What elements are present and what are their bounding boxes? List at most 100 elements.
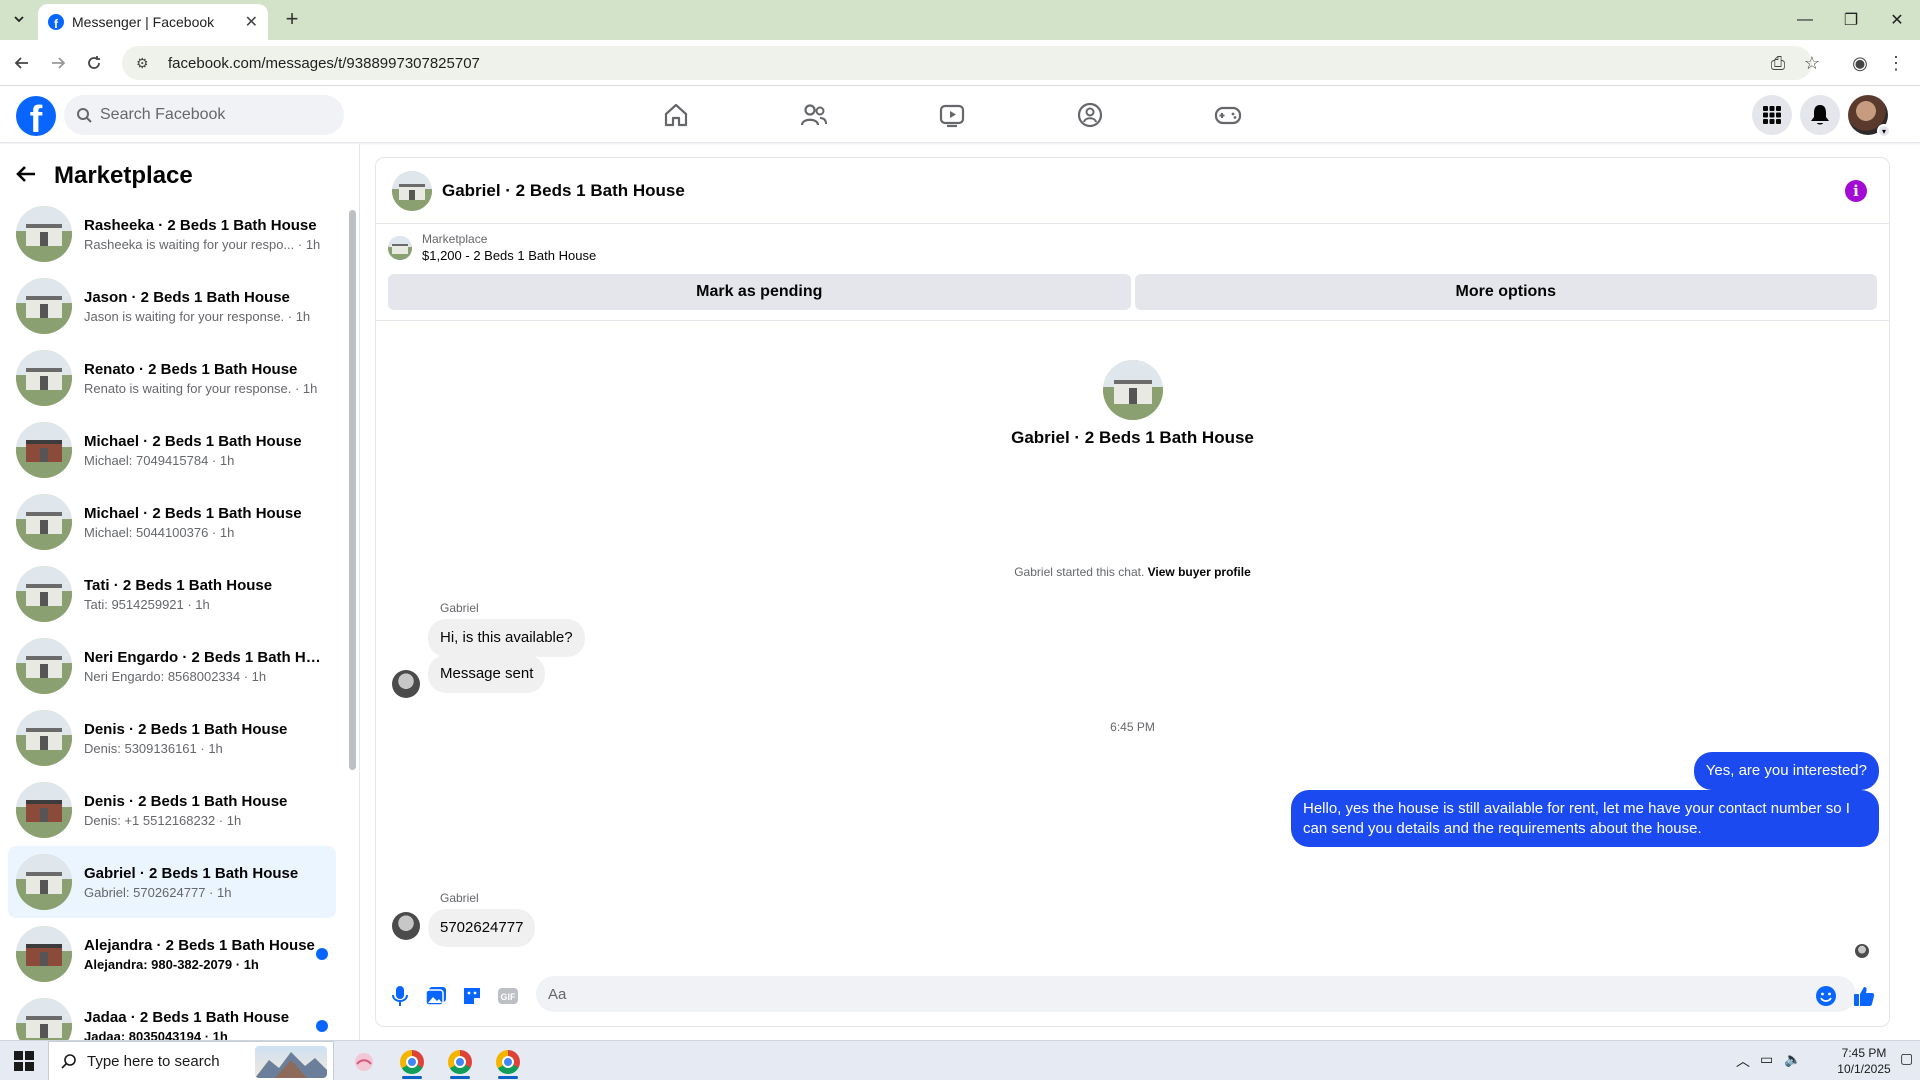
network-icon[interactable]: ▭: [1760, 1051, 1773, 1068]
conversation-item[interactable]: Denis · 2 Beds 1 Bath House Denis: 530913…: [8, 702, 336, 774]
voice-clip-button[interactable]: [388, 984, 412, 1008]
conversation-preview: Neri Engardo: 8568002334 · 1h: [84, 668, 267, 684]
conversation-item[interactable]: Tati · 2 Beds 1 Bath House Tati: 95142599…: [8, 558, 336, 630]
conversation-item[interactable]: Michael · 2 Beds 1 Bath House Michael: 70…: [8, 414, 336, 486]
conversation-preview: Alejandra: 980-382-2079 · 1h: [84, 956, 259, 972]
minimize-button[interactable]: —: [1782, 0, 1828, 40]
menu-button[interactable]: [1752, 95, 1792, 135]
browser-tab-active[interactable]: f Messenger | Facebook ✕: [38, 4, 268, 40]
browser-menu-icon[interactable]: ⋮: [1884, 51, 1908, 75]
facebook-search-input[interactable]: Search Facebook: [64, 95, 344, 135]
nav-video-button[interactable]: [896, 91, 1008, 139]
conversation-preview: Gabriel: 5702624777 · 1h: [84, 884, 232, 900]
chat-thumbnail[interactable]: [392, 170, 432, 211]
incoming-message[interactable]: Message sent: [428, 655, 546, 693]
outgoing-message[interactable]: Hello, yes the house is still available …: [1291, 790, 1879, 847]
more-options-button[interactable]: More options: [1134, 274, 1877, 310]
reload-icon: [88, 56, 100, 69]
conversation-thumbnail: [16, 782, 72, 838]
volume-icon[interactable]: 🔈: [1784, 1051, 1801, 1068]
taskbar-search-box[interactable]: Type here to search: [48, 1041, 334, 1080]
nav-groups-button[interactable]: [1034, 91, 1146, 139]
taskbar-chrome-3[interactable]: [488, 1045, 528, 1079]
conversation-preview: Renato is waiting for your response. · 1…: [84, 380, 318, 396]
conversation-preview: Denis: 5309136161 · 1h: [84, 740, 223, 756]
forward-button[interactable]: [46, 51, 70, 75]
conversation-thumbnail: [16, 350, 72, 406]
nav-home-button[interactable]: [620, 91, 732, 139]
timestamp: 6:45 PM: [1110, 720, 1155, 734]
photo-icon: [425, 987, 446, 1006]
facebook-logo-icon[interactable]: f: [16, 96, 56, 136]
notification-center-icon[interactable]: ▢: [1900, 1050, 1913, 1067]
site-info-icon[interactable]: ⚙: [136, 55, 154, 72]
new-tab-button[interactable]: +: [280, 8, 304, 32]
conversation-item[interactable]: Michael · 2 Beds 1 Bath House Michael: 50…: [8, 486, 336, 558]
sticker-button[interactable]: [460, 984, 484, 1008]
gif-icon: GIF: [498, 988, 518, 1004]
like-button[interactable]: [1852, 984, 1876, 1008]
view-buyer-profile-link[interactable]: View buyer profile: [1148, 565, 1251, 579]
attach-photo-button[interactable]: [424, 984, 448, 1008]
conversation-item[interactable]: Renato · 2 Beds 1 Bath House Renato is wa…: [8, 342, 336, 414]
unread-dot: [316, 948, 328, 960]
mark-as-pending-button[interactable]: Mark as pending: [388, 274, 1131, 310]
outgoing-message[interactable]: Yes, are you interested?: [1693, 752, 1879, 790]
profile-icon[interactable]: ◉: [1848, 51, 1872, 75]
conversation-item[interactable]: Jadaa · 2 Beds 1 Bath House Jadaa: 803504…: [8, 990, 336, 1040]
conversation-text: Jason · 2 Beds 1 Bath House Jason is wait…: [84, 289, 324, 324]
conversation-thumbnail: [16, 926, 72, 982]
nav-gaming-button[interactable]: [1172, 91, 1284, 139]
conversation-item[interactable]: Jason · 2 Beds 1 Bath House Jason is wait…: [8, 270, 336, 342]
taskbar-app-widget[interactable]: [344, 1045, 384, 1079]
conversation-name: Denis · 2 Beds 1 Bath House: [84, 720, 288, 738]
tab-search-button[interactable]: [8, 8, 30, 30]
search-placeholder: Search Facebook: [100, 106, 226, 123]
message-input[interactable]: [536, 976, 1856, 1012]
conversation-preview: Michael: 5044100376 · 1h: [84, 524, 235, 540]
conversation-item[interactable]: Rasheeka · 2 Beds 1 Bath House Rasheeka i…: [8, 198, 336, 270]
taskbar-chrome-2[interactable]: [440, 1045, 480, 1079]
conversation-text: Jadaa · 2 Beds 1 Bath House Jadaa: 803504…: [84, 1009, 324, 1041]
windows-start-icon[interactable]: [14, 1051, 34, 1071]
tray-chevron-up-icon[interactable]: ︿: [1736, 1051, 1750, 1071]
nav-friends-button[interactable]: [758, 91, 870, 139]
conversation-list: Rasheeka · 2 Beds 1 Bath House Rasheeka i…: [8, 198, 336, 1040]
conversation-item[interactable]: Neri Engardo · 2 Beds 1 Bath Ho... Neri E…: [8, 630, 336, 702]
bookmark-star-icon[interactable]: ☆: [1800, 51, 1824, 75]
conversation-thumbnail: [16, 422, 72, 478]
sidebar-scroll-thumb[interactable]: [349, 210, 356, 770]
conversation-name: Gabriel · 2 Beds 1 Bath House: [84, 864, 299, 882]
tab-close-icon[interactable]: ✕: [245, 12, 258, 32]
conversation-text: Renato · 2 Beds 1 Bath House Renato is wa…: [84, 361, 324, 396]
back-arrow-icon[interactable]: [16, 162, 36, 190]
restore-button[interactable]: ❐: [1828, 0, 1874, 40]
sender-avatar[interactable]: [392, 912, 420, 940]
taskbar-chrome-1[interactable]: [392, 1045, 432, 1079]
reload-button[interactable]: [82, 51, 106, 75]
conversation-item[interactable]: Denis · 2 Beds 1 Bath House Denis: +1 551…: [8, 774, 336, 846]
account-avatar[interactable]: ▾: [1848, 95, 1891, 138]
taskbar-clock[interactable]: 7:45 PM 10/1/2025: [1832, 1045, 1896, 1077]
sender-avatar[interactable]: [392, 670, 420, 698]
gif-button[interactable]: GIF: [496, 984, 520, 1008]
incoming-message[interactable]: Hi, is this available?: [428, 619, 585, 657]
gaming-icon: [1214, 106, 1242, 125]
conversation-item[interactable]: Alejandra · 2 Beds 1 Bath House Alejandra…: [8, 918, 336, 990]
divider: [376, 320, 1889, 321]
close-window-button[interactable]: ✕: [1874, 0, 1920, 40]
emoji-button[interactable]: [1814, 984, 1838, 1008]
search-icon: [61, 1054, 76, 1069]
info-icon[interactable]: i: [1845, 180, 1867, 202]
conversation-thumbnail: [16, 710, 72, 766]
listing-summary[interactable]: Marketplace $1,200 - 2 Beds 1 Bath House: [388, 232, 596, 263]
facebook-header: f Search Facebook ▾: [0, 87, 1920, 143]
install-app-icon[interactable]: ⎙: [1766, 51, 1790, 75]
conversation-item[interactable]: Gabriel · 2 Beds 1 Bath House Gabriel: 57…: [8, 846, 336, 918]
notifications-button[interactable]: [1800, 95, 1840, 135]
address-bar[interactable]: ⚙ facebook.com/messages/t/93889973078257…: [122, 46, 1812, 80]
incoming-message[interactable]: 5702624777: [428, 909, 536, 947]
back-button[interactable]: [10, 51, 34, 75]
sidebar-title: Marketplace: [54, 162, 193, 189]
chat-title[interactable]: Gabriel · 2 Beds 1 Bath House: [442, 181, 685, 201]
